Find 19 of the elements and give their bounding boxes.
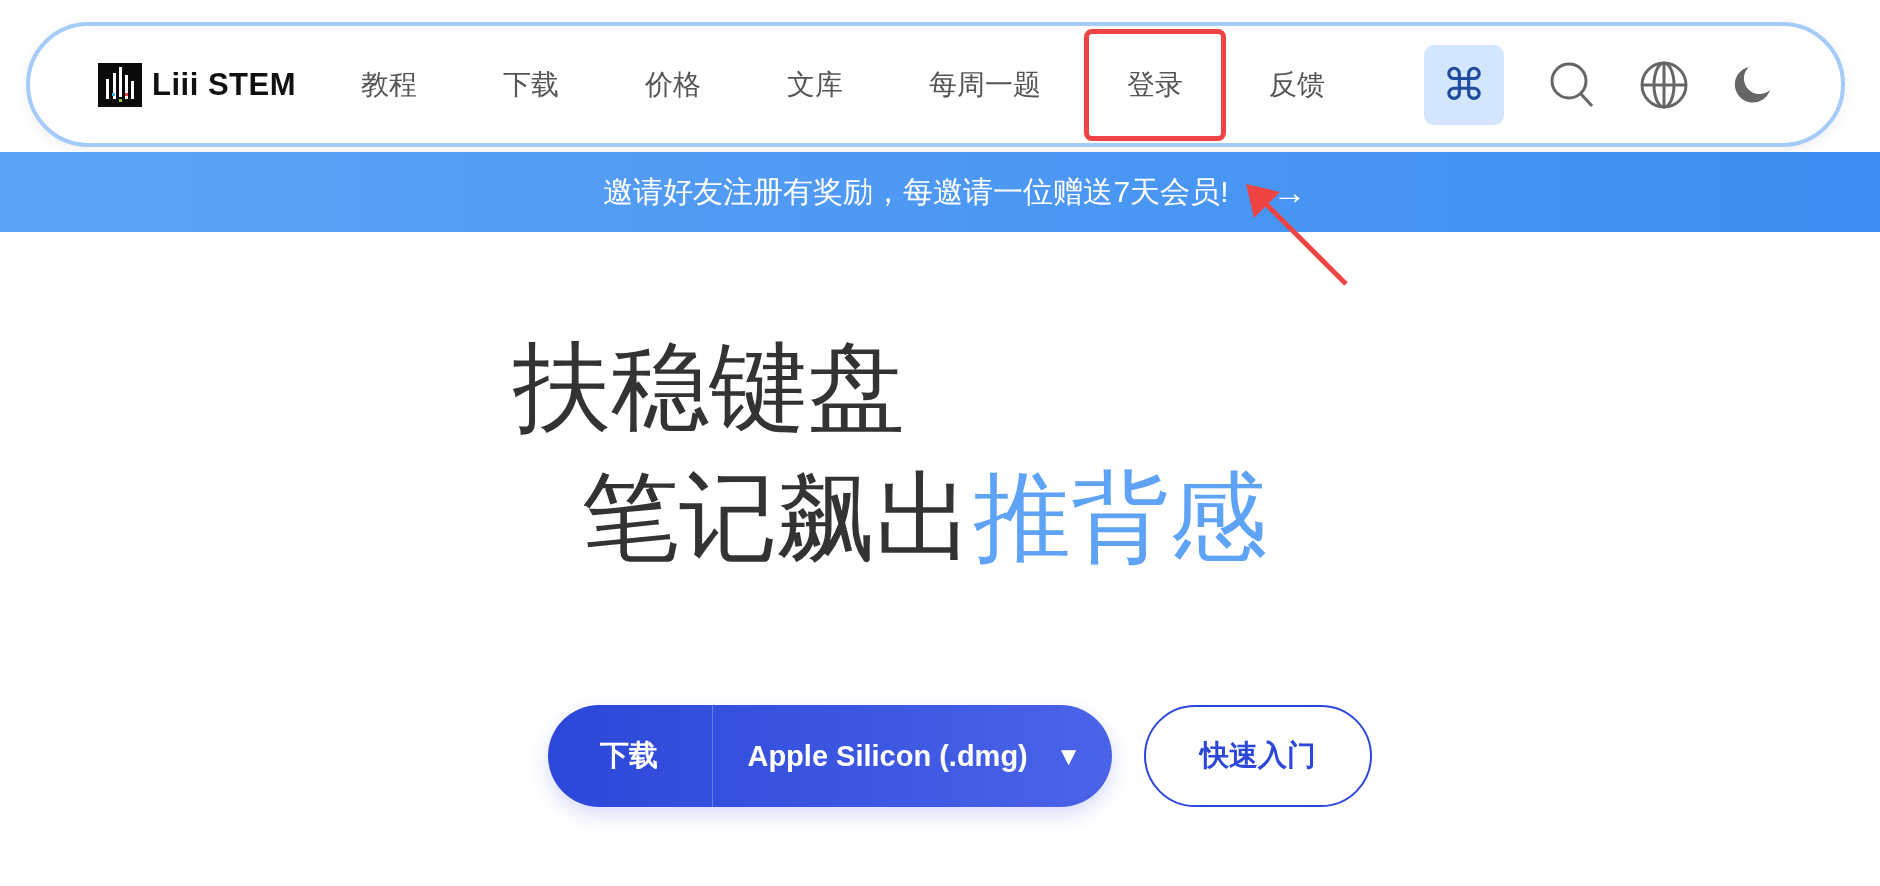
nav-link[interactable]: 每周一题 — [886, 28, 1084, 141]
logo-icon[interactable] — [98, 62, 142, 107]
download-button[interactable]: 下载 — [548, 705, 714, 807]
nav-link[interactable]: 文库 — [744, 28, 886, 141]
command-button[interactable]: ⌘ — [1424, 44, 1504, 125]
search-icon[interactable] — [1549, 60, 1595, 109]
nav-link[interactable]: 反馈 — [1226, 28, 1368, 141]
nav-link[interactable]: 价格 — [602, 28, 744, 141]
hero-title: 扶稳键盘 — [512, 329, 906, 446]
platform-dropdown[interactable]: Apple Silicon (.dmg) ▼ — [713, 705, 1112, 807]
globe-icon[interactable] — [1640, 60, 1688, 109]
hero-accent-text: 推背感 — [973, 459, 1268, 576]
moon-icon[interactable] — [1733, 65, 1771, 104]
quick-start-button[interactable]: 快速入门 — [1143, 705, 1372, 807]
nav-link[interactable]: 登录 — [1084, 28, 1226, 141]
logo-text[interactable]: Liii STEM — [152, 66, 296, 103]
hero-title: 笔记飙出 — [580, 459, 973, 576]
nav-link[interactable]: 教程 — [318, 28, 460, 141]
nav-link[interactable]: 下载 — [460, 28, 602, 141]
